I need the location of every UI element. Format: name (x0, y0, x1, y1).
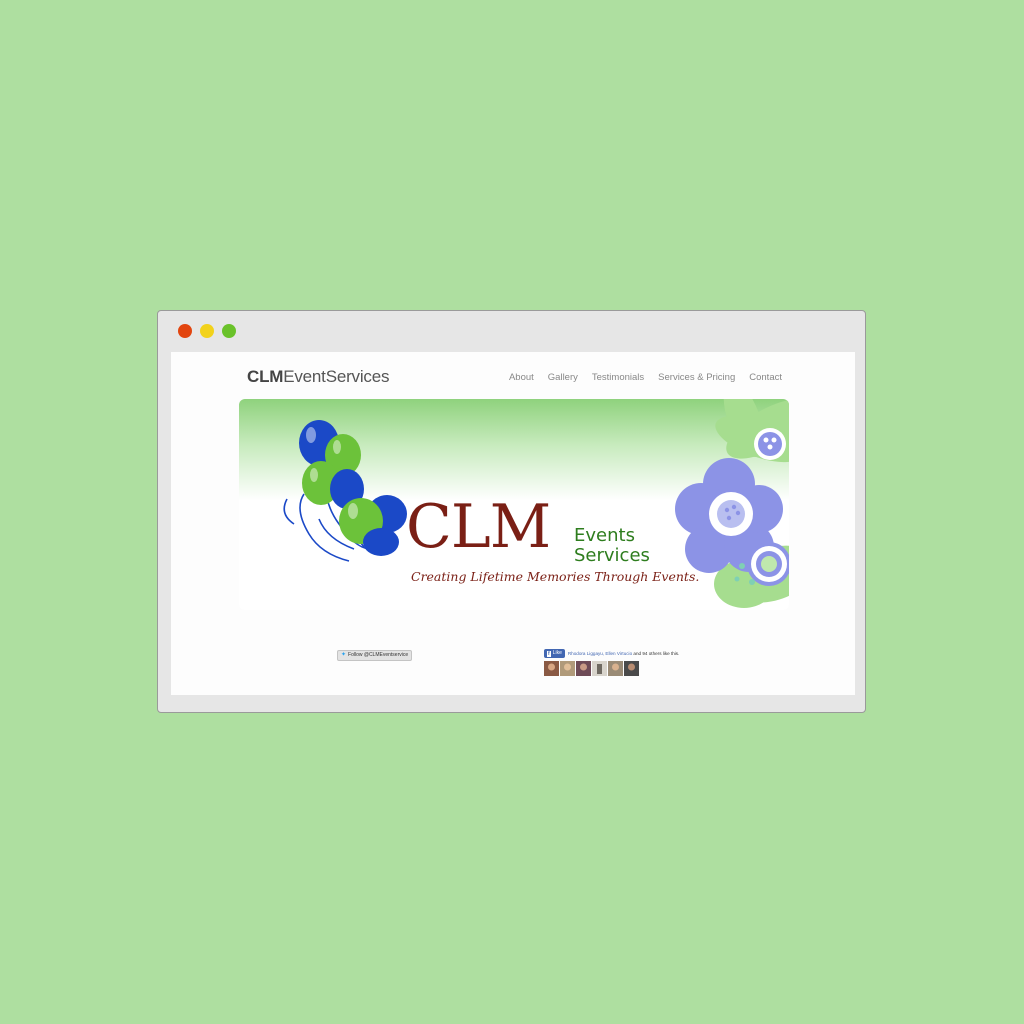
minimize-window-button[interactable] (200, 324, 214, 338)
nav-services-pricing[interactable]: Services & Pricing (658, 372, 735, 383)
facebook-like-rest: and 94 others like this. (632, 651, 680, 656)
friend-avatar[interactable] (592, 661, 607, 676)
facebook-like-button[interactable]: f Like (544, 649, 565, 658)
site-brand[interactable]: CLMEventServices (247, 367, 389, 387)
facebook-friend-faces (544, 661, 639, 676)
facebook-icon: f (547, 650, 551, 657)
logo-services: Services (574, 545, 650, 566)
logo-tagline: Creating Lifetime Memories Through Event… (411, 569, 700, 584)
facebook-like-count: Rhodora Liggayu, Ellen Virtucio and 94 o… (568, 651, 680, 656)
twitter-follow-button[interactable]: ✦ Follow @CLMEventservice (337, 650, 413, 661)
facebook-friend-names[interactable]: Rhodora Liggayu, Ellen Virtucio (568, 651, 632, 656)
nav-contact[interactable]: Contact (749, 372, 782, 383)
twitter-bird-icon: ✦ (341, 652, 347, 658)
facebook-like-widget: f Like Rhodora Liggayu, Ellen Virtucio a… (544, 649, 679, 658)
friend-avatar[interactable] (624, 661, 639, 676)
nav-gallery[interactable]: Gallery (548, 372, 578, 383)
twitter-follow-label: Follow @CLMEventservice (348, 652, 409, 658)
browser-window: CLMEventServices About Gallery Testimoni… (157, 310, 866, 713)
web-page: CLMEventServices About Gallery Testimoni… (171, 352, 855, 695)
brand-bold: CLM (247, 367, 284, 386)
balloons-illustration (283, 420, 407, 562)
friend-avatar[interactable] (544, 661, 559, 676)
friend-avatar[interactable] (608, 661, 623, 676)
close-window-button[interactable] (178, 324, 192, 338)
main-nav: About Gallery Testimonials Services & Pr… (509, 372, 782, 383)
nav-testimonials[interactable]: Testimonials (592, 372, 644, 383)
nav-about[interactable]: About (509, 372, 534, 383)
friend-avatar[interactable] (576, 661, 591, 676)
friend-avatar[interactable] (560, 661, 575, 676)
facebook-like-label: Like (552, 650, 562, 656)
logo-clm: CLM (406, 492, 551, 562)
hero-banner: CLM Events Services Creating Lifetime Me… (239, 399, 789, 610)
maximize-window-button[interactable] (222, 324, 236, 338)
logo-events: Events (574, 525, 635, 546)
brand-light: EventServices (283, 367, 390, 386)
